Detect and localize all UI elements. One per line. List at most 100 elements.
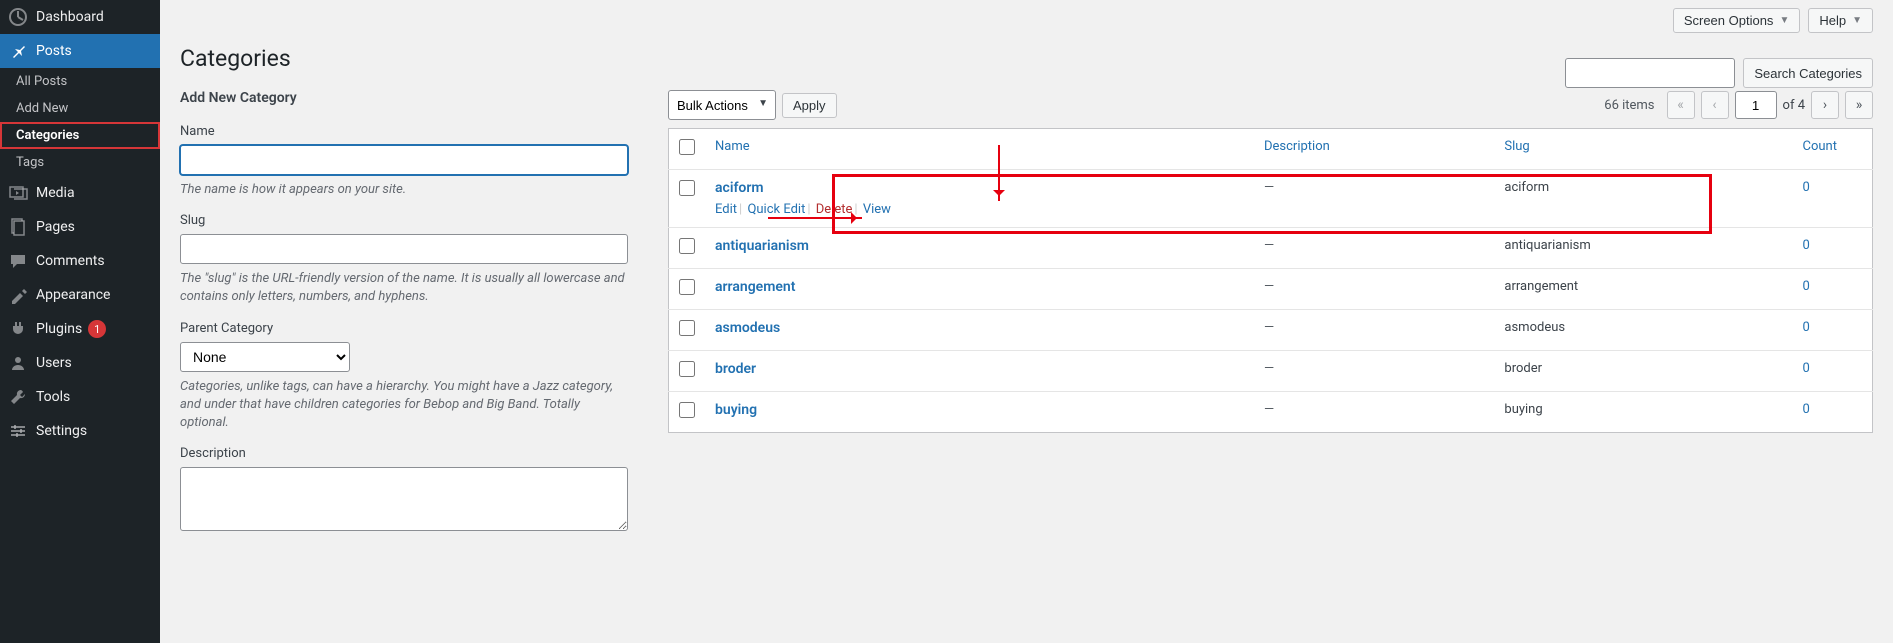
first-page-button[interactable]: « <box>1667 91 1695 119</box>
sidebar-subitem-tags[interactable]: Tags <box>0 149 160 176</box>
last-page-button[interactable]: » <box>1845 91 1873 119</box>
sidebar-item-settings[interactable]: Settings <box>0 414 160 448</box>
category-slug: buying <box>1494 392 1792 433</box>
chevron-down-icon: ▼ <box>1779 15 1789 26</box>
category-name-link[interactable]: asmodeus <box>715 320 780 336</box>
pagination: 66 items « ‹ of 4 › » <box>1604 91 1873 119</box>
parent-label: Parent Category <box>180 321 628 336</box>
row-checkbox[interactable] <box>679 180 695 196</box>
category-name-link[interactable]: aciform <box>715 180 764 196</box>
topbar: Screen Options ▼ Help ▼ <box>180 0 1873 41</box>
category-count-link[interactable]: 0 <box>1803 361 1810 376</box>
next-page-button[interactable]: › <box>1811 91 1839 119</box>
category-name-link[interactable]: antiquarianism <box>715 238 809 254</box>
parent-select[interactable]: None <box>180 342 350 372</box>
category-name-link[interactable]: broder <box>715 361 756 377</box>
row-checkbox[interactable] <box>679 402 695 418</box>
slug-description: The "slug" is the URL-friendly version o… <box>180 270 628 306</box>
table-row: arrangement — arrangement 0 <box>669 269 1873 310</box>
category-name-link[interactable]: arrangement <box>715 279 795 295</box>
apply-button[interactable]: Apply <box>782 93 837 118</box>
category-description: — <box>1254 310 1494 351</box>
sidebar-item-comments[interactable]: Comments <box>0 244 160 278</box>
sidebar-item-media[interactable]: Media <box>0 176 160 210</box>
appearance-icon <box>8 285 28 305</box>
main-content: Screen Options ▼ Help ▼ Categories Searc… <box>160 0 1893 643</box>
pin-icon <box>8 41 28 61</box>
bulk-actions-select[interactable]: Bulk Actions <box>668 90 776 120</box>
form-title: Add New Category <box>180 90 628 106</box>
category-count-link[interactable]: 0 <box>1803 402 1810 417</box>
column-name[interactable]: Name <box>715 139 750 154</box>
help-button[interactable]: Help ▼ <box>1808 8 1873 33</box>
row-actions: Edit| Quick Edit| Delete| View <box>715 202 1244 217</box>
column-slug[interactable]: Slug <box>1504 139 1529 154</box>
table-row: antiquarianism — antiquarianism 0 <box>669 228 1873 269</box>
screen-options-button[interactable]: Screen Options ▼ <box>1673 8 1801 33</box>
media-icon <box>8 183 28 203</box>
column-description[interactable]: Description <box>1264 139 1330 154</box>
column-count[interactable]: Count <box>1803 139 1837 154</box>
items-count: 66 items <box>1604 98 1654 113</box>
sidebar-subitem-add-new[interactable]: Add New <box>0 95 160 122</box>
pages-icon <box>8 217 28 237</box>
category-description: — <box>1254 269 1494 310</box>
search-button[interactable]: Search Categories <box>1743 58 1873 88</box>
category-count-link[interactable]: 0 <box>1803 180 1810 195</box>
description-input[interactable] <box>180 467 628 531</box>
sidebar-item-label: Users <box>36 355 72 371</box>
edit-link[interactable]: Edit <box>715 202 737 217</box>
categories-table: Name Description Slug Count aciform Edit… <box>668 128 1873 433</box>
row-checkbox[interactable] <box>679 238 695 254</box>
dashboard-icon <box>8 7 28 27</box>
view-link[interactable]: View <box>863 202 891 217</box>
settings-icon <box>8 421 28 441</box>
row-checkbox[interactable] <box>679 361 695 377</box>
category-count-link[interactable]: 0 <box>1803 320 1810 335</box>
sidebar-item-tools[interactable]: Tools <box>0 380 160 414</box>
tools-icon <box>8 387 28 407</box>
quick-edit-link[interactable]: Quick Edit <box>747 202 805 217</box>
category-slug: antiquarianism <box>1494 228 1792 269</box>
category-description: — <box>1254 228 1494 269</box>
plugins-update-badge: 1 <box>88 320 106 338</box>
search-input[interactable] <box>1565 58 1735 88</box>
sidebar-item-posts[interactable]: Posts <box>0 34 160 68</box>
sidebar-item-pages[interactable]: Pages <box>0 210 160 244</box>
screen-options-label: Screen Options <box>1684 13 1774 28</box>
sidebar-item-dashboard[interactable]: Dashboard <box>0 0 160 34</box>
admin-sidebar: Dashboard Posts All Posts Add New Catego… <box>0 0 160 643</box>
sidebar-subitem-all-posts[interactable]: All Posts <box>0 68 160 95</box>
prev-page-button[interactable]: ‹ <box>1701 91 1729 119</box>
parent-description: Categories, unlike tags, can have a hier… <box>180 378 628 433</box>
name-input[interactable] <box>180 145 628 175</box>
slug-label: Slug <box>180 213 628 228</box>
total-pages-label: of 4 <box>1783 98 1805 113</box>
description-label: Description <box>180 446 628 461</box>
sidebar-item-label: Media <box>36 185 75 201</box>
sidebar-item-label: Comments <box>36 253 105 269</box>
row-checkbox[interactable] <box>679 279 695 295</box>
category-count-link[interactable]: 0 <box>1803 279 1810 294</box>
select-all-checkbox[interactable] <box>679 139 695 155</box>
sidebar-item-appearance[interactable]: Appearance <box>0 278 160 312</box>
current-page-input[interactable] <box>1735 91 1777 119</box>
row-checkbox[interactable] <box>679 320 695 336</box>
category-slug: aciform <box>1494 170 1792 228</box>
table-row: buying — buying 0 <box>669 392 1873 433</box>
sidebar-item-label: Tools <box>36 389 70 405</box>
slug-input[interactable] <box>180 234 628 264</box>
table-row: broder — broder 0 <box>669 351 1873 392</box>
sidebar-item-label: Dashboard <box>36 9 104 25</box>
sidebar-subitem-categories[interactable]: Categories <box>0 122 160 149</box>
category-count-link[interactable]: 0 <box>1803 238 1810 253</box>
sidebar-item-label: Pages <box>36 219 75 235</box>
users-icon <box>8 353 28 373</box>
delete-link[interactable]: Delete <box>816 202 853 217</box>
table-row: asmodeus — asmodeus 0 <box>669 310 1873 351</box>
sidebar-item-users[interactable]: Users <box>0 346 160 380</box>
sidebar-item-plugins[interactable]: Plugins 1 <box>0 312 160 346</box>
category-slug: broder <box>1494 351 1792 392</box>
sidebar-item-label: Posts <box>36 43 72 59</box>
category-name-link[interactable]: buying <box>715 402 757 418</box>
